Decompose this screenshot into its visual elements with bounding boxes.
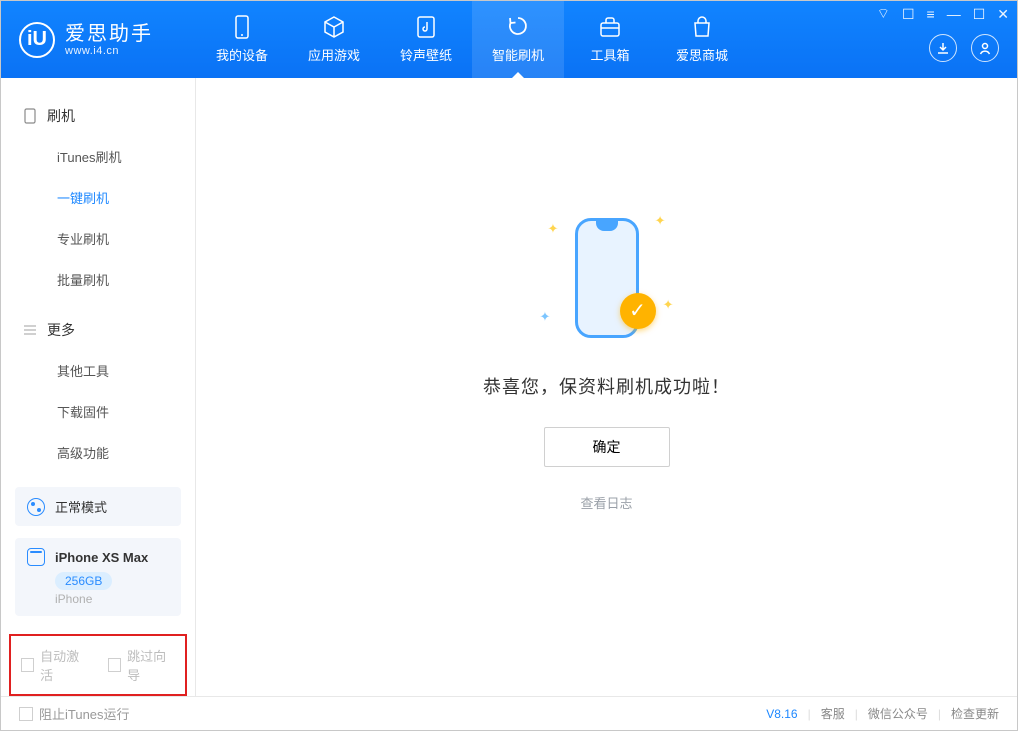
- user-icon[interactable]: [971, 34, 999, 62]
- sparkle-icon: ✦: [655, 213, 666, 229]
- body: 刷机 iTunes刷机 一键刷机 专业刷机 批量刷机 更多 其他工具 下载固件 …: [1, 78, 1017, 696]
- refresh-shield-icon: [506, 15, 530, 39]
- wechat-link[interactable]: 微信公众号: [868, 705, 928, 722]
- storage-badge: 256GB: [55, 572, 112, 590]
- titlebar: iU 爱思助手 www.i4.cn 我的设备 应用游戏 铃声壁纸 智能刷机: [1, 1, 1017, 78]
- checkbox-auto-activate[interactable]: 自动激活: [21, 646, 88, 684]
- mode-label: 正常模式: [55, 497, 107, 516]
- toolbox-icon: [598, 15, 622, 39]
- sidebar: 刷机 iTunes刷机 一键刷机 专业刷机 批量刷机 更多 其他工具 下载固件 …: [1, 78, 196, 696]
- sparkle-icon: ✦: [548, 221, 559, 237]
- logo-icon: iU: [19, 22, 55, 58]
- app-url: www.i4.cn: [65, 45, 153, 57]
- close-button[interactable]: ✕: [997, 6, 1009, 23]
- nav-my-device[interactable]: 我的设备: [196, 1, 288, 78]
- sidebar-item-itunes-flash[interactable]: iTunes刷机: [1, 136, 195, 177]
- checkbox-block-itunes[interactable]: 阻止iTunes运行: [19, 704, 130, 723]
- nav-ringtone[interactable]: 铃声壁纸: [380, 1, 472, 78]
- sidebar-item-other-tools[interactable]: 其他工具: [1, 350, 195, 391]
- success-illustration: ✦ ✦ ✦ ✦ ✓: [522, 203, 692, 353]
- maximize-button[interactable]: ☐: [973, 6, 986, 23]
- lock-icon[interactable]: ☐: [902, 6, 915, 23]
- device-outline-icon: [23, 109, 37, 123]
- main-nav: 我的设备 应用游戏 铃声壁纸 智能刷机 工具箱 爱思商城: [196, 1, 748, 78]
- window-controls: ⌔ ☐ ≡ — ☐ ✕: [877, 5, 1009, 23]
- sidebar-item-batch-flash[interactable]: 批量刷机: [1, 259, 195, 300]
- main-content: ✦ ✦ ✦ ✦ ✓ 恭喜您，保资料刷机成功啦！ 确定 查看日志: [196, 78, 1017, 696]
- header-right-icons: [929, 34, 999, 62]
- confirm-button[interactable]: 确定: [544, 427, 670, 467]
- nav-apps[interactable]: 应用游戏: [288, 1, 380, 78]
- mode-icon: [27, 498, 45, 516]
- sidebar-bottom: 正常模式 iPhone XS Max 256GB iPhone: [1, 487, 195, 626]
- checkbox-skip-guide[interactable]: 跳过向导: [108, 646, 175, 684]
- bag-icon: [690, 15, 714, 39]
- sparkle-icon: ✦: [663, 297, 674, 313]
- nav-store[interactable]: 爱思商城: [656, 1, 748, 78]
- nav-flash[interactable]: 智能刷机: [472, 1, 564, 78]
- check-update-link[interactable]: 检查更新: [951, 705, 999, 722]
- checkbox-icon: [21, 658, 34, 672]
- sidebar-item-download-firmware[interactable]: 下载固件: [1, 391, 195, 432]
- device-card[interactable]: iPhone XS Max 256GB iPhone: [15, 538, 181, 616]
- options-highlight-box: 自动激活 跳过向导: [9, 634, 187, 696]
- shirt-icon[interactable]: ⌔: [877, 5, 890, 23]
- device-name: iPhone XS Max: [55, 550, 148, 565]
- checkbox-icon: [108, 658, 121, 672]
- minimize-button[interactable]: —: [947, 6, 961, 22]
- sidebar-section-flash: 刷机: [1, 96, 195, 136]
- menu-icon[interactable]: ≡: [927, 6, 935, 22]
- download-icon[interactable]: [929, 34, 957, 62]
- device-icon: [27, 548, 45, 566]
- version-label: V8.16: [766, 707, 797, 721]
- sidebar-item-advanced[interactable]: 高级功能: [1, 432, 195, 473]
- nav-toolbox[interactable]: 工具箱: [564, 1, 656, 78]
- checkbox-icon: [19, 707, 33, 721]
- sidebar-item-pro-flash[interactable]: 专业刷机: [1, 218, 195, 259]
- logo: iU 爱思助手 www.i4.cn: [1, 1, 196, 78]
- list-icon: [23, 323, 37, 337]
- sidebar-list: 刷机 iTunes刷机 一键刷机 专业刷机 批量刷机 更多 其他工具 下载固件 …: [1, 78, 195, 487]
- device-type: iPhone: [55, 592, 169, 606]
- cube-icon: [322, 15, 346, 39]
- sidebar-section-more: 更多: [1, 310, 195, 350]
- phone-icon: [230, 15, 254, 39]
- app-window: iU 爱思助手 www.i4.cn 我的设备 应用游戏 铃声壁纸 智能刷机: [0, 0, 1018, 731]
- sidebar-item-oneclick-flash[interactable]: 一键刷机: [1, 177, 195, 218]
- success-message: 恭喜您，保资料刷机成功啦！: [483, 373, 730, 399]
- sparkle-icon: ✦: [540, 309, 551, 325]
- success-check-icon: ✓: [620, 293, 656, 329]
- app-name: 爱思助手: [65, 23, 153, 45]
- music-file-icon: [414, 15, 438, 39]
- view-log-link[interactable]: 查看日志: [580, 493, 632, 512]
- statusbar: 阻止iTunes运行 V8.16 | 客服 | 微信公众号 | 检查更新: [1, 696, 1017, 730]
- support-link[interactable]: 客服: [821, 705, 845, 722]
- mode-card[interactable]: 正常模式: [15, 487, 181, 526]
